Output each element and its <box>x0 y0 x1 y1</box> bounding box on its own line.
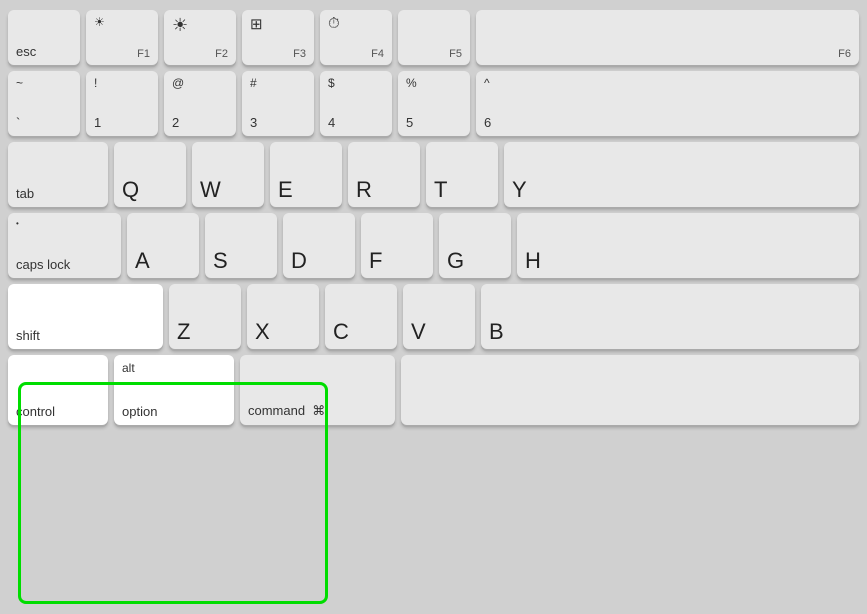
f5-label: F5 <box>449 48 462 60</box>
x-label: X <box>255 321 270 343</box>
key-command[interactable]: command ⌘ <box>240 355 395 425</box>
shift-label: shift <box>16 328 40 343</box>
key-f1[interactable]: ☀ F1 <box>86 10 158 65</box>
control-label: control <box>16 404 55 419</box>
key-f4[interactable]: ⏱ F4 <box>320 10 392 65</box>
w-label: W <box>200 179 221 201</box>
keyboard: esc ☀ F1 ☀ F2 ⊞ F3 ⏱ F4 F5 F6 ~ ` <box>0 0 867 614</box>
key-a[interactable]: A <box>127 213 199 278</box>
c-label: C <box>333 321 349 343</box>
f4-icon: ⏱ <box>328 15 340 32</box>
tab-label: tab <box>16 186 34 201</box>
key-r[interactable]: R <box>348 142 420 207</box>
key-tab[interactable]: tab <box>8 142 108 207</box>
key-h[interactable]: H <box>517 213 859 278</box>
key-w[interactable]: W <box>192 142 264 207</box>
t-label: T <box>434 179 447 201</box>
key-e[interactable]: E <box>270 142 342 207</box>
g-label: G <box>447 250 464 272</box>
key-esc[interactable]: esc <box>8 10 80 65</box>
esc-label: esc <box>16 44 36 59</box>
key-y[interactable]: Y <box>504 142 859 207</box>
f2-icon: ☀ <box>172 15 188 36</box>
f3-icon: ⊞ <box>250 15 263 33</box>
key-capslock[interactable]: • caps lock <box>8 213 121 278</box>
q-label: Q <box>122 179 139 201</box>
key1-top: ! <box>94 76 97 90</box>
f1-label: F1 <box>137 48 150 60</box>
key-t[interactable]: T <box>426 142 498 207</box>
key-x[interactable]: X <box>247 284 319 349</box>
v-label: V <box>411 321 426 343</box>
capslock-label: caps lock <box>16 257 70 272</box>
h-label: H <box>525 250 541 272</box>
f2-label: F2 <box>215 48 228 60</box>
key2-top: @ <box>172 76 184 90</box>
key-f6[interactable]: F6 <box>476 10 859 65</box>
s-label: S <box>213 250 228 272</box>
key-d[interactable]: D <box>283 213 355 278</box>
a-label: A <box>135 250 150 272</box>
key4-bottom: 4 <box>328 115 335 130</box>
key-5[interactable]: % 5 <box>398 71 470 136</box>
key-1[interactable]: ! 1 <box>86 71 158 136</box>
z-label: Z <box>177 321 190 343</box>
key6-top: ^ <box>484 76 490 90</box>
key-v[interactable]: V <box>403 284 475 349</box>
r-label: R <box>356 179 372 201</box>
key-c[interactable]: C <box>325 284 397 349</box>
e-label: E <box>278 179 293 201</box>
key2-bottom: 2 <box>172 115 179 130</box>
f4-label: F4 <box>371 48 384 60</box>
key-2[interactable]: @ 2 <box>164 71 236 136</box>
key-6[interactable]: ^ 6 <box>476 71 859 136</box>
y-label: Y <box>512 179 527 201</box>
f6-label: F6 <box>838 48 851 60</box>
alt-bottom-label: option <box>122 404 157 419</box>
key1-bottom: 1 <box>94 115 101 130</box>
key5-bottom: 5 <box>406 115 413 130</box>
key-z[interactable]: Z <box>169 284 241 349</box>
f1-icon: ☀ <box>94 15 105 29</box>
key-f[interactable]: F <box>361 213 433 278</box>
key-tilde[interactable]: ~ ` <box>8 71 80 136</box>
f-label: F <box>369 250 382 272</box>
d-label: D <box>291 250 307 272</box>
key-g[interactable]: G <box>439 213 511 278</box>
alt-top-label: alt <box>122 361 135 375</box>
key4-top: $ <box>328 76 335 90</box>
command-label: command ⌘ <box>248 403 325 419</box>
b-label: B <box>489 321 504 343</box>
key-4[interactable]: $ 4 <box>320 71 392 136</box>
tilde-bottom: ` <box>16 115 20 130</box>
f3-label: F3 <box>293 48 306 60</box>
key-s[interactable]: S <box>205 213 277 278</box>
key-shift[interactable]: shift <box>8 284 163 349</box>
key-b[interactable]: B <box>481 284 859 349</box>
key-space[interactable] <box>401 355 859 425</box>
key-control[interactable]: control <box>8 355 108 425</box>
key-f5[interactable]: F5 <box>398 10 470 65</box>
key-q[interactable]: Q <box>114 142 186 207</box>
key-3[interactable]: # 3 <box>242 71 314 136</box>
tilde-top: ~ <box>16 76 23 90</box>
key-f3[interactable]: ⊞ F3 <box>242 10 314 65</box>
key-alt[interactable]: alt option <box>114 355 234 425</box>
key5-top: % <box>406 76 417 90</box>
key-f2[interactable]: ☀ F2 <box>164 10 236 65</box>
key6-bottom: 6 <box>484 115 491 130</box>
key3-bottom: 3 <box>250 115 257 130</box>
key3-top: # <box>250 76 257 90</box>
